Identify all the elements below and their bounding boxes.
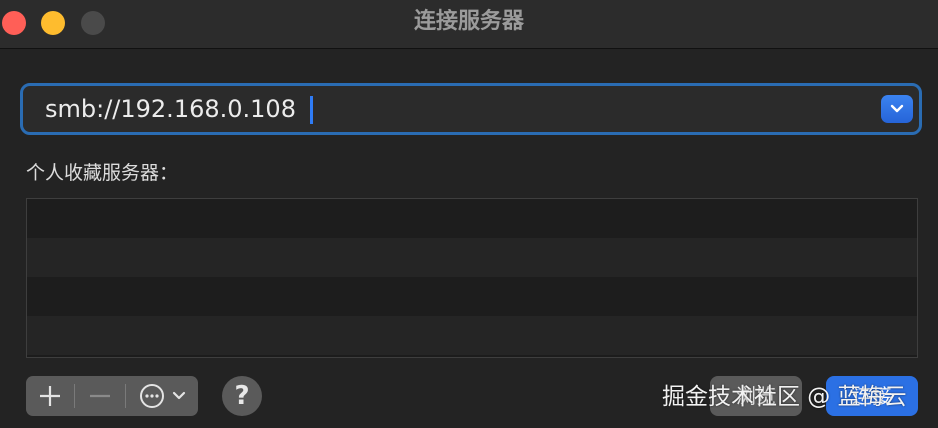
list-item[interactable] [27, 316, 917, 355]
window-title: 连接服务器 [413, 9, 524, 34]
title-bar: 连接服务器 [0, 0, 938, 49]
remove-favorite-button[interactable] [75, 376, 125, 416]
chevron-down-icon [890, 104, 904, 113]
server-address-combobox [20, 83, 922, 135]
connect-to-server-window: 连接服务器 个人收藏服务器： [0, 0, 938, 428]
plus-icon [40, 386, 60, 406]
list-item[interactable] [27, 238, 917, 277]
favorite-servers-list[interactable] [26, 198, 918, 358]
minus-icon [90, 394, 110, 398]
watermark-text: 掘金技术社区 @ 蓝梅云 [662, 384, 907, 410]
help-button[interactable]: ? [222, 376, 262, 416]
list-item[interactable] [27, 277, 917, 316]
text-caret [310, 96, 313, 124]
recent-servers-dropdown-button[interactable] [881, 95, 913, 123]
list-item[interactable] [27, 199, 917, 238]
chevron-down-icon [172, 391, 186, 400]
favorites-edit-control [26, 376, 198, 416]
favorite-servers-label: 个人收藏服务器： [26, 162, 179, 184]
ellipsis-circle-icon [140, 384, 186, 408]
server-address-input[interactable] [29, 90, 885, 128]
more-actions-menu-button[interactable] [126, 376, 198, 416]
add-favorite-button[interactable] [26, 376, 74, 416]
